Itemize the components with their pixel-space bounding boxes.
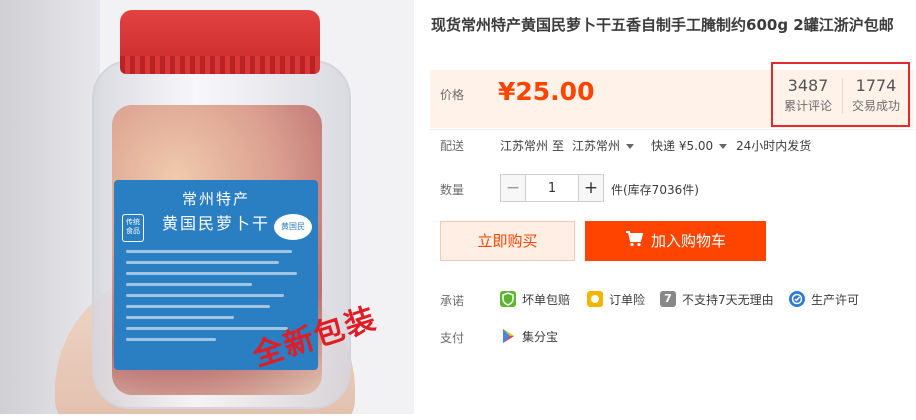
dispatch-time: 24小时内发货: [736, 139, 812, 153]
delivery-destination: 江苏常州: [572, 139, 621, 153]
promise-item-no-return[interactable]: 7 不支持7天无理由: [660, 290, 774, 308]
promise-text: 不支持7天无理由: [682, 292, 774, 307]
payment-method[interactable]: 集分宝: [500, 327, 558, 345]
add-to-cart-label: 加入购物车: [650, 232, 726, 250]
payment-method-text: 集分宝: [522, 329, 559, 344]
reviews-stat[interactable]: 3487 累计评论: [775, 77, 841, 114]
stock-info: 件(库存7036件): [611, 183, 699, 197]
add-to-cart-button[interactable]: 加入购物车: [585, 221, 766, 261]
promise-item-license[interactable]: 生产许可: [789, 290, 859, 308]
promise-text: 坏单包赔: [522, 292, 571, 307]
delivery-from: 江苏常州: [500, 139, 549, 153]
price-label: 价格: [440, 88, 465, 102]
shipping-select[interactable]: 快递 ¥5.00: [651, 137, 728, 154]
product-main-image[interactable]: 常州特产 黄国民萝卜干 传统食品 黄国民 全新包装: [0, 0, 414, 414]
promise-item-insurance[interactable]: 订单险: [587, 290, 645, 308]
increase-button[interactable]: +: [578, 175, 603, 201]
promise-label: 承诺: [440, 294, 465, 308]
promise-item-claim[interactable]: 坏单包赔: [500, 290, 570, 308]
price-value: ¥25.00: [498, 77, 595, 106]
label-line1: 常州特产: [181, 190, 250, 208]
reviews-count: 3487: [787, 76, 829, 95]
play-icon: [500, 328, 516, 344]
delivery-to-word: 至: [552, 139, 565, 153]
buy-now-button[interactable]: 立即购买: [440, 221, 575, 261]
badge-icon: [587, 291, 603, 307]
seven-icon: 7: [660, 291, 676, 307]
cart-icon: [625, 222, 644, 262]
delivery-destination-select[interactable]: 江苏常州: [572, 137, 635, 154]
chevron-down-icon: [626, 144, 635, 149]
qs-icon: [789, 291, 805, 307]
jar-lid-ridge: [120, 56, 320, 74]
quantity-label: 数量: [440, 183, 465, 197]
label-seal: 传统食品: [122, 214, 144, 242]
price-divider: [430, 129, 914, 130]
sales-count: 1774: [855, 76, 897, 95]
chevron-down-icon: [719, 144, 728, 149]
label-brand-mark: 黄国民: [274, 214, 312, 240]
sales-stat[interactable]: 1774 交易成功: [843, 77, 909, 114]
product-title[interactable]: 现货常州特产黄国民萝卜干五香自制手工腌制约600g 2罐江浙沪包邮: [431, 14, 911, 37]
payment-label: 支付: [440, 331, 465, 345]
delivery-label: 配送: [440, 139, 465, 153]
shipping-option: 快递 ¥5.00: [651, 139, 714, 153]
quantity-input[interactable]: [526, 175, 578, 201]
reviews-label: 累计评论: [783, 99, 832, 113]
shield-icon: [500, 291, 516, 307]
sales-label: 交易成功: [851, 99, 900, 113]
quantity-stepper: − +: [500, 174, 604, 202]
promise-text: 订单险: [609, 292, 646, 307]
promise-text: 生产许可: [811, 292, 860, 307]
decrease-button[interactable]: −: [501, 175, 526, 201]
